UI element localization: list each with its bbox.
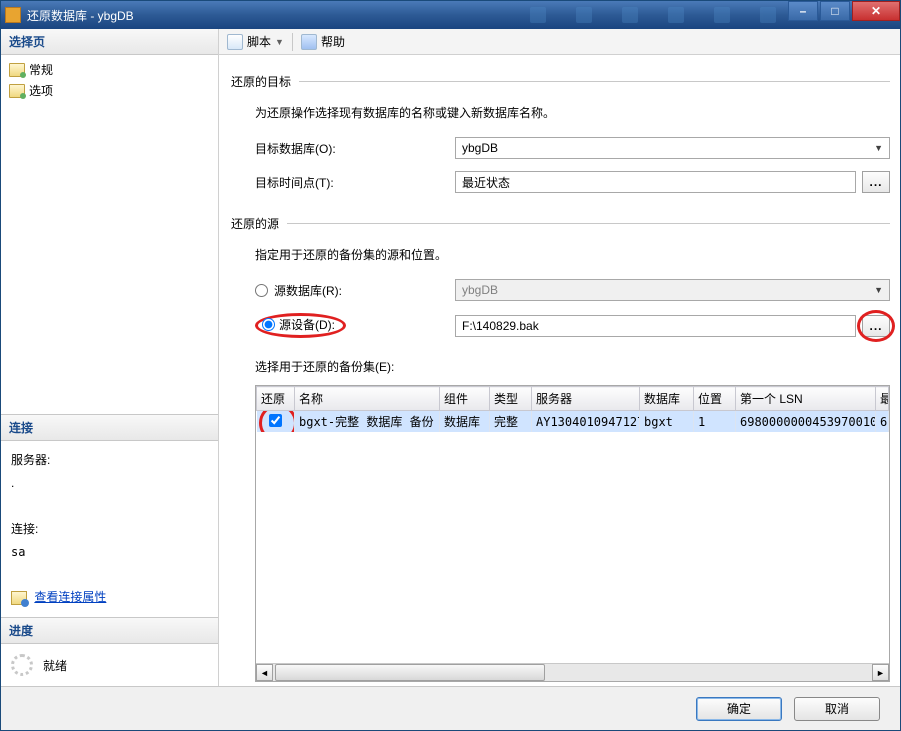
page-item-label: 常规 [29,61,53,78]
window-buttons: – □ ✕ [788,1,900,21]
restore-source-header: 还原的源 [231,215,890,232]
cell-name: bgxt-完整 数据库 备份 [295,411,440,433]
target-database-combo[interactable]: ybgDB ▼ [455,137,890,159]
page-list: 常规 选项 [1,55,218,414]
target-time-label: 目标时间点(T): [255,174,455,191]
col-name[interactable]: 名称 [295,387,440,411]
cell-last: 6980 [876,411,889,433]
cell-type: 完整 [490,411,532,433]
table-row[interactable]: bgxt-完整 数据库 备份 数据库 完整 AY1304010947127 bg… [257,411,889,433]
help-button[interactable]: 帮助 [321,33,345,50]
restore-checkbox[interactable] [269,414,282,427]
script-icon [227,34,243,50]
target-database-row: 目标数据库(O): ybgDB ▼ [255,137,890,159]
page-item-general[interactable]: 常规 [5,59,214,80]
annotation-circle [269,414,282,430]
restore-target-header: 还原的目标 [231,73,890,90]
col-type[interactable]: 类型 [490,387,532,411]
grid-header-row: 还原 名称 组件 类型 服务器 数据库 位置 第一个 LSN 最后 [257,387,889,411]
progress-spinner-icon [11,654,33,676]
restore-target-desc: 为还原操作选择现有数据库的名称或键入新数据库名称。 [255,104,890,121]
dialog-footer: 确定 取消 [1,686,900,730]
progress-header: 进度 [1,618,218,644]
content-area: 还原的目标 为还原操作选择现有数据库的名称或键入新数据库名称。 目标数据库(O)… [219,55,900,686]
window-title: 还原数据库 - ybgDB [27,7,530,24]
from-device-label: 源设备(D): [279,316,335,333]
from-device-radio[interactable] [262,318,275,331]
server-value: . [11,472,208,495]
grid-empty-body [256,432,889,663]
scroll-thumb[interactable] [275,664,545,681]
page-item-label: 选项 [29,82,53,99]
properties-icon [11,591,27,605]
target-database-label: 目标数据库(O): [255,140,455,157]
from-database-label: 源数据库(R): [274,282,342,299]
close-button[interactable]: ✕ [852,1,900,21]
target-time-browse-button[interactable]: ... [862,171,890,193]
help-icon [301,34,317,50]
from-database-row: 源数据库(R): ybgDB ▼ [255,279,890,301]
script-dropdown-icon[interactable]: ▼ [275,37,284,47]
progress-section: 进度 就绪 [1,617,218,686]
grid-header-table: 还原 名称 组件 类型 服务器 数据库 位置 第一个 LSN 最后 [256,386,889,432]
cell-server: AY1304010947127 [532,411,640,433]
select-page-header: 选择页 [1,29,218,55]
annotation-circle: 源设备(D): [255,313,346,338]
scroll-track[interactable] [273,664,872,681]
scroll-left-button[interactable]: ◄ [256,664,273,681]
backup-sets-grid[interactable]: 还原 名称 组件 类型 服务器 数据库 位置 第一个 LSN 最后 [255,385,890,682]
titlebar[interactable]: 还原数据库 - ybgDB – □ ✕ [1,1,900,29]
page-icon [9,63,25,77]
app-icon [5,7,21,23]
cell-position: 1 [694,411,736,433]
page-item-options[interactable]: 选项 [5,80,214,101]
client-area: 选择页 常规 选项 连接 服务器: . 连接: sa [1,29,900,686]
horizontal-scrollbar[interactable]: ◄ ► [256,663,889,681]
maximize-button[interactable]: □ [820,1,850,21]
col-last[interactable]: 最后 [876,387,889,411]
backup-sets-label: 选择用于还原的备份集(E): [255,358,890,375]
restore-db-window: 还原数据库 - ybgDB – □ ✕ 选择页 常规 选项 [0,0,901,731]
titlebar-background-icons [530,7,776,23]
col-database[interactable]: 数据库 [640,387,694,411]
chevron-down-icon: ▼ [874,285,883,295]
target-time-row: 目标时间点(T): 最近状态 ... [255,171,890,193]
col-server[interactable]: 服务器 [532,387,640,411]
from-device-row: 源设备(D): F:\140829.bak ... [255,313,890,338]
from-device-field[interactable]: F:\140829.bak [455,315,856,337]
from-database-radio[interactable] [255,284,268,297]
minimize-button[interactable]: – [788,1,818,21]
scroll-right-button[interactable]: ► [872,664,889,681]
view-connection-properties[interactable]: 查看连接属性 [11,586,208,609]
from-database-combo: ybgDB ▼ [455,279,890,301]
connection-label: 连接: [11,518,208,541]
cell-first-lsn: 69800000004539700103 [736,411,876,433]
connection-section: 连接 服务器: . 连接: sa 查看连接属性 [1,414,218,617]
ok-button[interactable]: 确定 [696,697,782,721]
left-pane: 选择页 常规 选项 连接 服务器: . 连接: sa [1,29,219,686]
connection-body: 服务器: . 连接: sa 查看连接属性 [1,441,218,617]
col-position[interactable]: 位置 [694,387,736,411]
view-connection-link[interactable]: 查看连接属性 [34,590,106,604]
toolbar: 脚本 ▼ 帮助 [219,29,900,55]
connection-header: 连接 [1,415,218,441]
right-pane: 脚本 ▼ 帮助 还原的目标 为还原操作选择现有数据库的名称或键入新数据库名称。 … [219,29,900,686]
cell-component: 数据库 [440,411,490,433]
col-restore[interactable]: 还原 [257,387,295,411]
target-time-field[interactable]: 最近状态 [455,171,856,193]
progress-body: 就绪 [1,644,218,686]
server-label: 服务器: [11,449,208,472]
cell-database: bgxt [640,411,694,433]
connection-value: sa [11,541,208,564]
col-first-lsn[interactable]: 第一个 LSN [736,387,876,411]
restore-source-desc: 指定用于还原的备份集的源和位置。 [255,246,890,263]
chevron-down-icon: ▼ [874,143,883,153]
cancel-button[interactable]: 取消 [794,697,880,721]
toolbar-separator [292,33,293,51]
progress-status: 就绪 [43,657,67,674]
col-component[interactable]: 组件 [440,387,490,411]
script-button[interactable]: 脚本 [247,33,271,50]
from-device-browse-button[interactable]: ... [862,315,890,337]
page-icon [9,84,25,98]
